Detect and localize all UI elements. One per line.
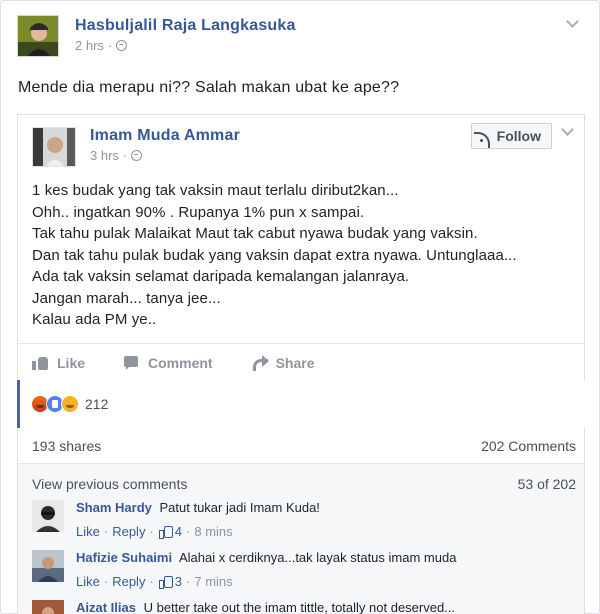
shared-post-body: 1 kes budak yang tak vaksin maut terlalu… bbox=[32, 180, 517, 331]
meta-separator: · bbox=[122, 148, 128, 163]
reactions-bar[interactable]: 212 bbox=[17, 380, 585, 428]
comment-like-count[interactable]: 4 bbox=[175, 524, 182, 539]
commenter-avatar[interactable] bbox=[32, 500, 64, 532]
view-previous-comments-link[interactable]: View previous comments bbox=[32, 476, 187, 492]
share-button[interactable]: Share bbox=[251, 354, 315, 371]
shared-post-line: Kalau ada PM ye.. bbox=[32, 311, 157, 328]
comments-count[interactable]: 202 Comments bbox=[481, 438, 576, 454]
like-button[interactable]: Like bbox=[32, 355, 85, 371]
shared-post: Imam Muda Ammar 3 hrs · Follow 1 kes bud… bbox=[17, 114, 585, 380]
shared-post-line: Ohh.. ingatkan 90% . Rupanya 1% pun x sa… bbox=[32, 203, 365, 221]
shared-post-line: 1 kes budak yang tak vaksin maut terlalu… bbox=[32, 182, 399, 199]
meta-separator: · bbox=[107, 38, 113, 53]
commenter-avatar[interactable] bbox=[32, 550, 64, 582]
comment-reply-link[interactable]: Reply bbox=[112, 574, 145, 589]
thumbs-up-icon bbox=[32, 355, 50, 371]
post-options-chevron-icon[interactable] bbox=[565, 15, 581, 31]
haha-reaction-icon bbox=[61, 395, 79, 413]
separator: · bbox=[149, 574, 154, 589]
separator: · bbox=[149, 524, 154, 539]
thumbs-up-icon bbox=[158, 575, 173, 589]
shared-post-line: Jangan marah... tanya jee... bbox=[32, 289, 221, 307]
thumbs-up-icon bbox=[158, 525, 173, 539]
reaction-count[interactable]: 212 bbox=[85, 396, 108, 412]
comment-text: Patut tukar jadi Imam Kuda! bbox=[159, 500, 320, 515]
shared-author-avatar[interactable] bbox=[32, 127, 76, 167]
follow-label: Follow bbox=[496, 128, 541, 144]
comment-actions: Like · Reply · 3 · 7 mins bbox=[76, 574, 456, 589]
comment-text: Alahai x cerdiknya...tak layak status im… bbox=[178, 550, 457, 565]
commenter-avatar[interactable] bbox=[32, 600, 64, 614]
shared-post-action-bar: Like Comment Share bbox=[18, 343, 584, 381]
shared-post-line: Ada tak vaksin selamat daripada kemalang… bbox=[32, 268, 410, 285]
comment-item: Sham Hardy Patut tukar jadi Imam Kuda! L… bbox=[32, 500, 320, 539]
separator: · bbox=[186, 574, 191, 589]
post-header: Hasbuljalil Raja Langkasuka 2 hrs · bbox=[17, 15, 296, 59]
post-text: Mende dia merapu ni?? Salah makan ubat k… bbox=[18, 79, 400, 96]
comment-author[interactable]: Aizat Ilias bbox=[76, 600, 136, 614]
comment-actions: Like · Reply · 4 · 8 mins bbox=[76, 524, 320, 539]
comment-item: Hafizie Suhaimi Alahai x cerdiknya...tak… bbox=[32, 550, 456, 589]
shared-post-line: Dan tak tahu pulak budak yang vaksin dap… bbox=[32, 246, 517, 264]
comment-time[interactable]: 8 mins bbox=[194, 524, 232, 539]
rss-icon bbox=[473, 130, 492, 148]
comment-time[interactable]: 7 mins bbox=[194, 574, 232, 589]
globe-icon[interactable] bbox=[131, 150, 143, 161]
facebook-post: Hasbuljalil Raja Langkasuka 2 hrs · Mend… bbox=[0, 0, 600, 614]
comment-reply-link[interactable]: Reply bbox=[112, 524, 145, 539]
comment-like-count[interactable]: 3 bbox=[175, 574, 182, 589]
shared-post-options-chevron-icon[interactable] bbox=[560, 123, 576, 139]
comment-page-count: 53 of 202 bbox=[517, 476, 576, 492]
share-label: Share bbox=[275, 354, 315, 371]
separator: · bbox=[103, 574, 109, 589]
comment-bubble-icon bbox=[123, 355, 141, 371]
comment-label: Comment bbox=[148, 354, 213, 371]
shares-count[interactable]: 193 shares bbox=[32, 438, 101, 454]
author-avatar[interactable] bbox=[17, 15, 59, 57]
comment-like-link[interactable]: Like bbox=[76, 524, 100, 539]
comment-like-link[interactable]: Like bbox=[76, 574, 100, 589]
shared-post-header: Imam Muda Ammar 3 hrs · bbox=[32, 127, 240, 167]
shared-post-meta: 3 hrs · bbox=[90, 148, 240, 163]
comment-button[interactable]: Comment bbox=[123, 355, 213, 371]
separator: · bbox=[186, 524, 191, 539]
comment-author[interactable]: Hafizie Suhaimi bbox=[76, 550, 172, 565]
post-author-name[interactable]: Hasbuljalil Raja Langkasuka bbox=[75, 17, 296, 35]
shared-author-name[interactable]: Imam Muda Ammar bbox=[90, 127, 240, 145]
globe-icon[interactable] bbox=[116, 40, 128, 51]
share-arrow-icon bbox=[251, 354, 269, 371]
like-label: Like bbox=[57, 354, 86, 371]
post-meta: 2 hrs · bbox=[75, 38, 296, 53]
comment-item: Aizat Ilias U better take out the imam t… bbox=[32, 600, 455, 614]
separator: · bbox=[103, 524, 109, 539]
comment-text: U better take out the imam tittle, total… bbox=[143, 600, 456, 614]
shared-post-timestamp[interactable]: 3 hrs bbox=[90, 148, 119, 163]
shared-post-line: Tak tahu pulak Malaikat Maut tak cabut n… bbox=[32, 225, 478, 242]
post-stats: 193 shares 202 Comments bbox=[17, 428, 585, 464]
follow-button[interactable]: Follow bbox=[470, 123, 552, 149]
post-timestamp[interactable]: 2 hrs bbox=[75, 38, 104, 53]
comments-section: View previous comments 53 of 202 Sham Ha… bbox=[17, 464, 585, 614]
comment-author[interactable]: Sham Hardy bbox=[76, 500, 152, 515]
